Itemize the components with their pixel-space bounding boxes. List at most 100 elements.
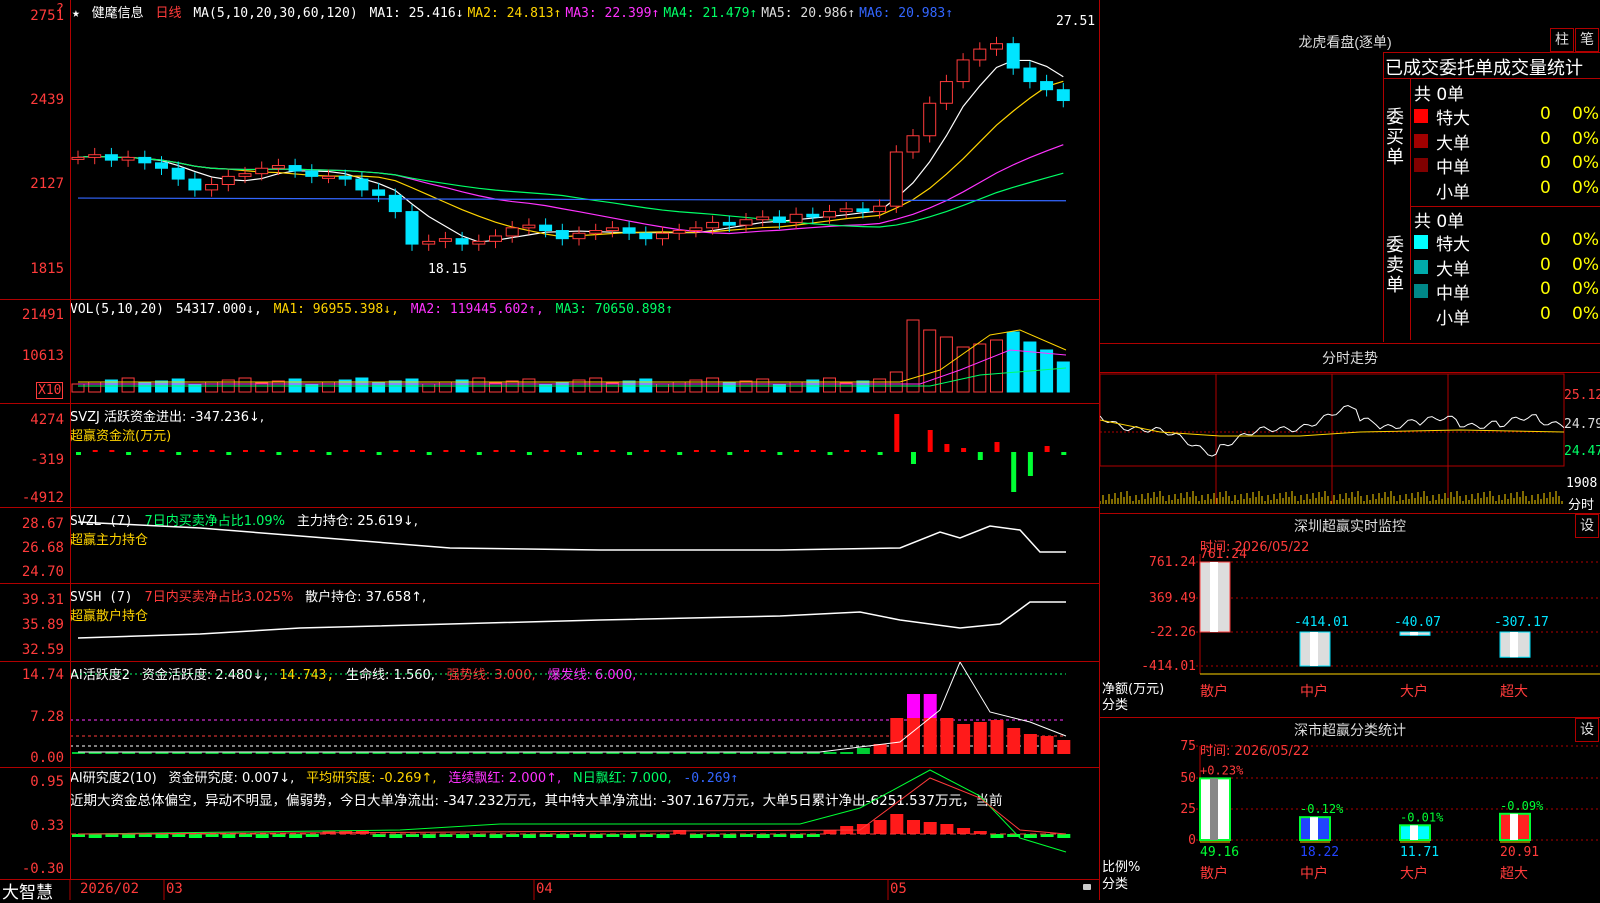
flow-bar	[393, 450, 399, 452]
activity-bar	[1057, 740, 1071, 754]
candle-body	[739, 219, 753, 226]
flow-bar	[510, 450, 516, 452]
volume-panel[interactable]: VOL(5,10,20) 54317.000↓, MA1: 96955.398↓…	[0, 300, 1100, 404]
volume-bar	[238, 377, 252, 393]
research-bar	[122, 834, 136, 838]
candle-body	[372, 189, 386, 196]
longhu-panel[interactable]: 龙虎看盘(逐单) 柱 笔 已成交委托单成交量统计 委买单 委卖单 共 0单 共 …	[1100, 0, 1600, 344]
sell-total: 共 0单	[1414, 212, 1465, 232]
activity-bar	[856, 748, 870, 754]
flow-bar	[476, 452, 482, 455]
monitor-bar-shine	[1510, 632, 1518, 658]
svzj-panel[interactable]: SVZJ 活跃资金进出: -347.236↓, 超赢资金流(万元) 4274 -…	[0, 404, 1100, 508]
buy-orders-label: 委买单	[1386, 107, 1404, 168]
order-color-swatch	[1414, 133, 1428, 148]
research-bar	[255, 834, 269, 838]
candle-body	[71, 156, 85, 160]
candle-body	[205, 184, 219, 191]
intraday-y-label: 24.47	[1564, 444, 1600, 459]
order-count: 0	[1540, 254, 1551, 275]
classify-bar-shine	[1510, 813, 1518, 840]
volume-bar	[1040, 349, 1054, 393]
classify-category: 散户	[1200, 865, 1228, 882]
volume-bar	[923, 329, 937, 393]
classify-delta: -0.01%	[1400, 810, 1444, 824]
monitor-bar-value: 761.24	[1200, 547, 1247, 562]
flow-bar	[410, 450, 415, 452]
flow-bar	[927, 430, 933, 452]
monitor-y-label: -414.01	[1141, 659, 1196, 674]
ai-research-canvas[interactable]	[0, 768, 1100, 880]
order-row: 大单 0 0%	[1412, 129, 1600, 154]
candle-body	[505, 227, 519, 237]
monitor-bar-shine	[1410, 632, 1418, 636]
kline-panel[interactable]: ? ★ 健麾信息 日线 MA(5,10,20,30,60,120) MA1: 2…	[0, 0, 1100, 300]
candle-body	[622, 227, 636, 234]
research-bar	[222, 834, 236, 838]
candle-body	[839, 208, 853, 213]
research-bar	[923, 822, 937, 834]
realtime-monitor-panel[interactable]: 深圳超赢实时监控 设 时间: 2026/05/22 761.24 369.49 -2…	[1100, 514, 1600, 718]
flow-bar	[744, 450, 749, 452]
svzj-canvas[interactable]	[0, 404, 1100, 508]
monitor-y-label: 761.24	[1149, 555, 1196, 570]
flow-bar	[443, 450, 449, 452]
svsh-canvas[interactable]	[0, 584, 1100, 662]
research-bar	[907, 820, 920, 834]
candle-body	[522, 224, 536, 229]
classify-value: 20.91	[1500, 845, 1539, 860]
order-pct: 0%	[1572, 303, 1599, 324]
flow-bar	[560, 450, 566, 452]
order-count: 0	[1540, 104, 1551, 124]
order-type: 大单	[1436, 259, 1470, 280]
flow-bar	[877, 452, 883, 455]
order-color-swatch	[1414, 308, 1428, 323]
activity-bar-top	[907, 694, 920, 718]
flow-bar	[493, 450, 499, 452]
svzl-canvas[interactable]	[0, 508, 1100, 584]
tick-view-button[interactable]: 笔	[1575, 28, 1599, 52]
classify-panel[interactable]: 深市超赢分类统计 设 时间: 2026/05/22 75 50 25 0 +0.23% 4…	[1100, 718, 1600, 900]
flow-bar	[610, 450, 616, 452]
chart-area[interactable]: ? ★ 健麾信息 日线 MA(5,10,20,30,60,120) MA1: 2…	[0, 0, 1100, 903]
order-type: 中单	[1436, 284, 1470, 304]
lock-icon[interactable]	[1083, 884, 1091, 890]
classify-value: 18.22	[1300, 845, 1339, 860]
candle-body	[438, 238, 452, 242]
activity-bar	[1007, 728, 1021, 754]
intraday-canvas[interactable]	[1100, 344, 1600, 514]
candle-body	[672, 230, 686, 234]
monitor-bar-value: -414.01	[1294, 615, 1349, 630]
intraday-y-label: 25.12	[1564, 388, 1600, 403]
intraday-panel[interactable]: 分时走势 25.12 24.79 24.47 1908 分时	[1100, 344, 1600, 514]
flow-bar	[243, 450, 248, 452]
order-type: 特大	[1436, 235, 1470, 255]
volume-bar	[1056, 361, 1070, 393]
activity-bar	[1040, 736, 1054, 754]
activity-bar	[823, 752, 837, 754]
svzl-panel[interactable]: SVZL (7) 7日内买卖净占比1.09% 主力持仓: 25.619↓, 超赢…	[0, 508, 1100, 584]
volume-canvas[interactable]	[0, 300, 1100, 404]
svsh-panel[interactable]: SVSH (7) 7日内买卖净占比3.025% 散户持仓: 37.658↑, 超…	[0, 584, 1100, 662]
flow-bar	[977, 452, 983, 460]
kline-canvas[interactable]	[0, 0, 1100, 300]
order-row: 小单 0 0%	[1412, 178, 1600, 203]
candle-body	[605, 227, 619, 232]
order-count: 0	[1540, 303, 1551, 324]
candle-body	[104, 154, 118, 161]
order-row: 中单 0 0%	[1412, 153, 1600, 178]
order-row: 中单 0 0%	[1412, 279, 1600, 304]
order-count: 0	[1540, 279, 1551, 299]
ai-activity-canvas[interactable]	[0, 662, 1100, 768]
monitor-y-label: 369.49	[1149, 591, 1196, 606]
ai-activity-panel[interactable]: AI活跃度2 资金活跃度: 2.480↓, 14.743, 生命线: 1.560…	[0, 662, 1100, 768]
research-bar	[489, 834, 503, 838]
order-row: 特大 0 0%	[1412, 230, 1600, 255]
candle-body	[221, 175, 235, 185]
ai-research-panel[interactable]: AI研究度2(10) 资金研究度: 0.007↓, 平均研究度: -0.269↑…	[0, 768, 1100, 880]
flow-bar	[1044, 446, 1050, 452]
order-count: 0	[1540, 230, 1551, 250]
flow-bar	[944, 444, 950, 452]
bar-view-button[interactable]: 柱	[1550, 28, 1574, 52]
candle-body	[238, 173, 252, 177]
